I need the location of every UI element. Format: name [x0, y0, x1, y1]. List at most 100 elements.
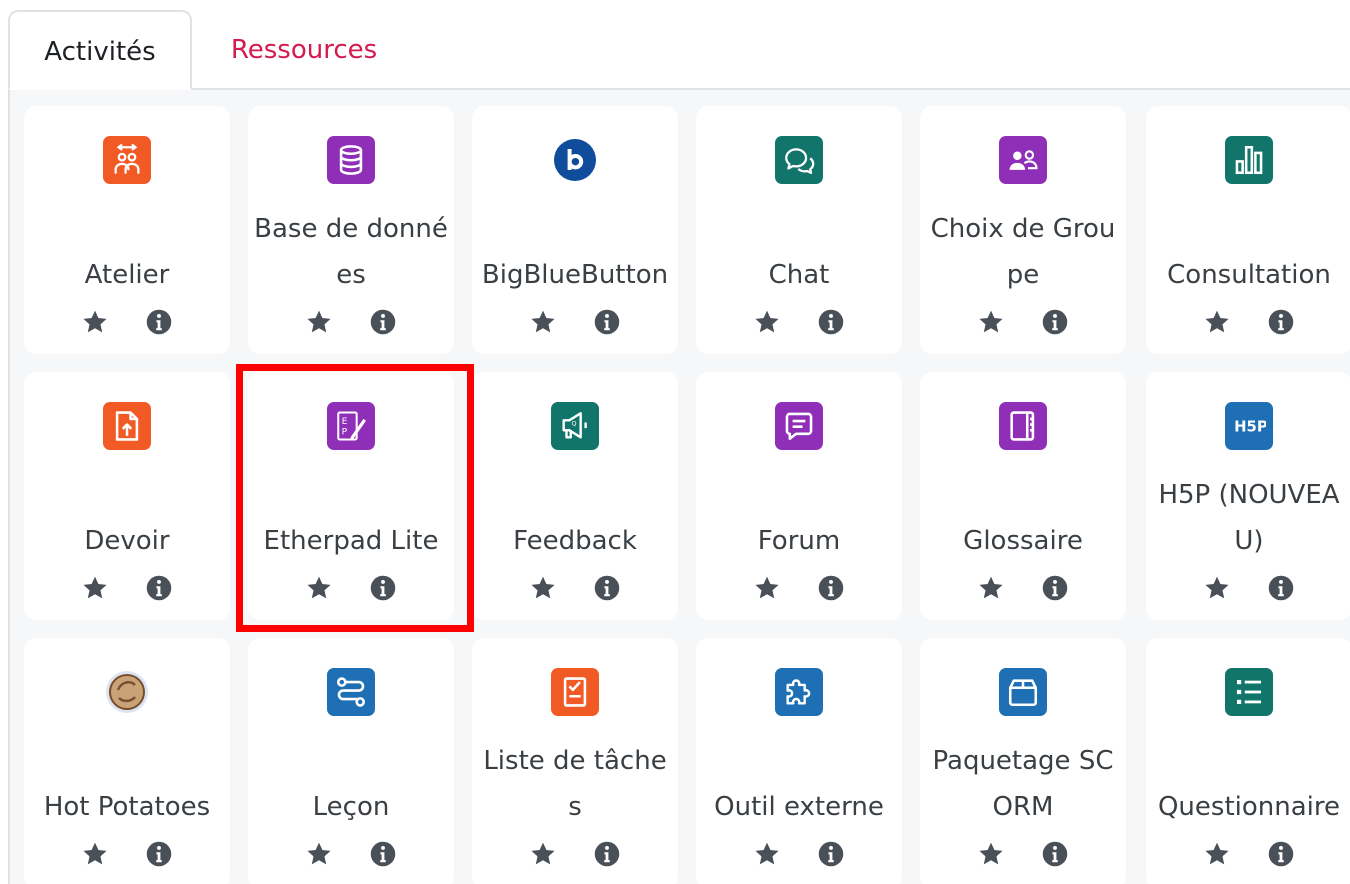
glossary-book-icon: [995, 398, 1051, 454]
tab-ressources[interactable]: Ressources: [196, 10, 412, 90]
star-icon[interactable]: [976, 307, 1006, 337]
activity-card-forum[interactable]: Forum: [696, 372, 902, 620]
info-icon[interactable]: [368, 307, 398, 337]
tab-activites[interactable]: Activités: [8, 10, 192, 90]
svg-text:H5P: H5P: [1234, 418, 1266, 436]
info-icon[interactable]: [1040, 839, 1070, 869]
svg-text:E: E: [342, 416, 348, 427]
activity-label: Questionnaire: [1157, 792, 1341, 822]
info-icon[interactable]: [816, 573, 846, 603]
activity-actions: [696, 568, 902, 608]
activity-label: Leçon: [312, 792, 390, 822]
star-icon[interactable]: [80, 839, 110, 869]
activity-card-outil-externe[interactable]: Outil externe: [696, 638, 902, 884]
lesson-path-icon: [323, 664, 379, 720]
info-icon[interactable]: [592, 573, 622, 603]
activity-actions: [24, 834, 230, 874]
activity-card-feedback[interactable]: Q Feedback: [472, 372, 678, 620]
activity-actions: [920, 834, 1126, 874]
activity-label: Hot Potatoes: [43, 792, 211, 822]
activity-card-lecon[interactable]: Leçon: [248, 638, 454, 884]
activity-label: Devoir: [84, 526, 170, 556]
star-icon[interactable]: [80, 307, 110, 337]
activity-card-glossaire[interactable]: Glossaire: [920, 372, 1126, 620]
star-icon[interactable]: [976, 839, 1006, 869]
puzzle-icon: [771, 664, 827, 720]
activity-label: Choix de Groupe: [930, 214, 1116, 290]
info-icon[interactable]: [592, 307, 622, 337]
activity-card-bigbluebutton[interactable]: BigBlueButton: [472, 106, 678, 354]
activity-actions: [472, 302, 678, 342]
activity-actions: [920, 568, 1126, 608]
star-icon[interactable]: [304, 307, 334, 337]
activity-actions: [472, 568, 678, 608]
activity-actions: [696, 302, 902, 342]
star-icon[interactable]: [1202, 573, 1232, 603]
activity-actions: [248, 302, 454, 342]
forum-icon: [771, 398, 827, 454]
activity-actions: [920, 302, 1126, 342]
star-icon[interactable]: [304, 573, 334, 603]
activity-label: Paquetage SCORM: [932, 746, 1114, 822]
activity-card-atelier[interactable]: Atelier: [24, 106, 230, 354]
star-icon[interactable]: [80, 573, 110, 603]
star-icon[interactable]: [304, 839, 334, 869]
h5p-icon: H5P: [1221, 398, 1277, 454]
star-icon[interactable]: [1202, 307, 1232, 337]
activity-chooser-tabs: Activités Ressources: [0, 0, 1350, 90]
activity-label: Consultation: [1167, 260, 1331, 290]
activity-card-base-de-donnees[interactable]: Base de données: [248, 106, 454, 354]
star-icon[interactable]: [752, 839, 782, 869]
info-icon[interactable]: [368, 839, 398, 869]
activity-label: H5P (NOUVEAU): [1158, 480, 1340, 556]
activity-actions: [248, 834, 454, 874]
activity-card-devoir[interactable]: Devoir: [24, 372, 230, 620]
activity-card-chat[interactable]: Chat: [696, 106, 902, 354]
svg-text:Q: Q: [571, 420, 576, 428]
activity-actions: [472, 834, 678, 874]
info-icon[interactable]: [144, 839, 174, 869]
checklist-icon: [547, 664, 603, 720]
megaphone-icon: Q: [547, 398, 603, 454]
info-icon[interactable]: [1040, 573, 1070, 603]
activity-card-questionnaire[interactable]: Questionnaire: [1146, 638, 1350, 884]
star-icon[interactable]: [1202, 839, 1232, 869]
info-icon[interactable]: [1266, 573, 1296, 603]
survey-chart-icon: [1221, 132, 1277, 188]
star-icon[interactable]: [528, 307, 558, 337]
activity-label: Liste de tâches: [483, 746, 667, 822]
star-icon[interactable]: [752, 573, 782, 603]
activity-card-etherpad-lite[interactable]: E P Etherpad Lite: [248, 372, 454, 620]
info-icon[interactable]: [1266, 307, 1296, 337]
activity-actions: [24, 568, 230, 608]
activity-label: Etherpad Lite: [263, 526, 439, 556]
activity-label: Chat: [768, 260, 830, 290]
workshop-icon: [99, 132, 155, 188]
star-icon[interactable]: [528, 839, 558, 869]
activity-actions: [248, 568, 454, 608]
info-icon[interactable]: [816, 307, 846, 337]
info-icon[interactable]: [1266, 839, 1296, 869]
activity-card-hot-potatoes[interactable]: Hot Potatoes: [24, 638, 230, 884]
star-icon[interactable]: [976, 573, 1006, 603]
info-icon[interactable]: [144, 573, 174, 603]
activity-card-liste-de-taches[interactable]: Liste de tâches: [472, 638, 678, 884]
bigbluebutton-icon: [547, 132, 603, 188]
info-icon[interactable]: [368, 573, 398, 603]
activity-label: Atelier: [84, 260, 170, 290]
activity-label: Base de données: [254, 214, 448, 290]
star-icon[interactable]: [528, 573, 558, 603]
activity-card-h5p-nouveau[interactable]: H5P H5P (NOUVEAU): [1146, 372, 1350, 620]
activity-label: Outil externe: [714, 792, 884, 822]
activity-card-paquetage-scorm[interactable]: Paquetage SCORM: [920, 638, 1126, 884]
info-icon[interactable]: [592, 839, 622, 869]
info-icon[interactable]: [816, 839, 846, 869]
svg-text:P: P: [342, 427, 348, 438]
info-icon[interactable]: [1040, 307, 1070, 337]
activity-actions: [1146, 302, 1350, 342]
activity-card-consultation[interactable]: Consultation: [1146, 106, 1350, 354]
info-icon[interactable]: [144, 307, 174, 337]
star-icon[interactable]: [752, 307, 782, 337]
assignment-icon: [99, 398, 155, 454]
activity-card-choix-de-groupe[interactable]: Choix de Groupe: [920, 106, 1126, 354]
